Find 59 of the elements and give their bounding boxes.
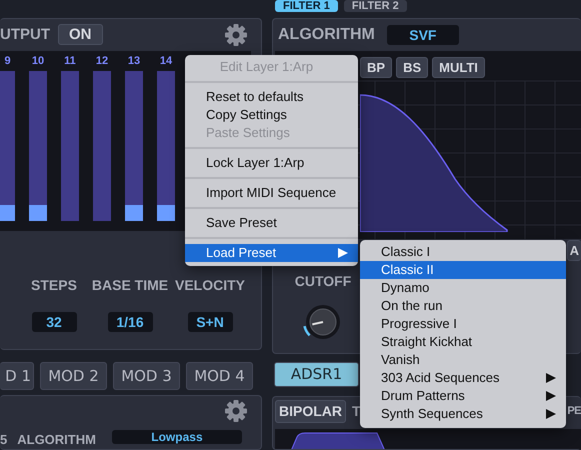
- menu-item[interactable]: Load Preset: [185, 244, 358, 262]
- settings-icon[interactable]: [225, 400, 247, 422]
- envelope-label: PE: [567, 404, 581, 420]
- side-button[interactable]: A: [566, 240, 581, 261]
- step-bar[interactable]: [157, 70, 175, 221]
- menu-item[interactable]: Reset to defaults: [185, 88, 358, 106]
- bipolar-button[interactable]: BIPOLAR: [275, 400, 346, 423]
- menu-title: Edit Layer 1:Arp: [218, 58, 314, 76]
- step-bar[interactable]: [29, 70, 47, 221]
- filter-type-button[interactable]: BP: [360, 57, 392, 78]
- algorithm-label: ALGORITHM: [278, 25, 375, 45]
- menu-item[interactable]: Progressive I: [360, 315, 566, 333]
- mod-tab[interactable]: MOD 2: [40, 362, 107, 390]
- filter-type-button[interactable]: BS: [396, 57, 428, 78]
- filter-tab[interactable]: FILTER 1: [275, 0, 338, 12]
- output-toggle[interactable]: ON: [58, 24, 102, 46]
- step-number: 9: [4, 54, 11, 68]
- step-bar[interactable]: [0, 70, 15, 221]
- menu-item[interactable]: Synth Sequences: [360, 405, 566, 423]
- algorithm-value[interactable]: SVF: [386, 25, 459, 45]
- menu-item[interactable]: Save Preset: [185, 214, 358, 232]
- step-number: 14: [160, 54, 172, 68]
- menu-item[interactable]: Drum Patterns: [360, 387, 566, 405]
- param-value[interactable]: 1/16: [108, 312, 152, 332]
- output-label: UTPUT: [0, 24, 50, 45]
- menu-item[interactable]: Import MIDI Sequence: [185, 184, 358, 202]
- algorithm-value[interactable]: Lowpass: [112, 430, 242, 444]
- menu-item[interactable]: Dynamo: [360, 279, 566, 297]
- submenu-arrow-icon: [338, 248, 348, 258]
- param-label: STEPS: [31, 276, 77, 295]
- menu-item[interactable]: Classic I: [360, 243, 566, 261]
- mod-index: 5: [0, 430, 8, 448]
- envelope-label: T: [352, 402, 361, 421]
- step-number: 10: [32, 54, 44, 68]
- cutoff-label: CUTOFF: [294, 272, 352, 291]
- mod-tab[interactable]: MOD 4: [186, 362, 253, 390]
- mod-tab[interactable]: D 1: [0, 362, 34, 390]
- menu-item[interactable]: Vanish: [360, 351, 566, 369]
- settings-icon[interactable]: [225, 24, 247, 46]
- step-number: 13: [128, 54, 140, 68]
- menu-item[interactable]: Lock Layer 1:Arp: [185, 154, 358, 172]
- menu-item[interactable]: Straight Kickhat: [360, 333, 566, 351]
- step-number: 12: [96, 54, 108, 68]
- menu-item[interactable]: Copy Settings: [185, 106, 358, 124]
- menu-item: Paste Settings: [205, 124, 291, 142]
- mod-tab[interactable]: MOD 3: [113, 362, 180, 390]
- param-value[interactable]: 32: [32, 312, 76, 332]
- filter-type-button[interactable]: MULTI: [432, 57, 485, 78]
- step-bar[interactable]: [125, 70, 143, 221]
- param-value[interactable]: S+N: [188, 312, 232, 332]
- filter-tab[interactable]: FILTER 2: [344, 0, 407, 12]
- step-number: 11: [64, 54, 76, 68]
- menu-item[interactable]: 303 Acid Sequences: [360, 369, 566, 387]
- envelope-tab[interactable]: ADSR1: [274, 362, 359, 387]
- algorithm-label: ALGORITHM: [17, 430, 96, 448]
- menu-item[interactable]: On the run: [360, 297, 566, 315]
- param-label: VELOCITY: [174, 276, 245, 295]
- param-label: BASE TIME: [92, 276, 168, 295]
- menu-item[interactable]: Classic II: [360, 261, 566, 279]
